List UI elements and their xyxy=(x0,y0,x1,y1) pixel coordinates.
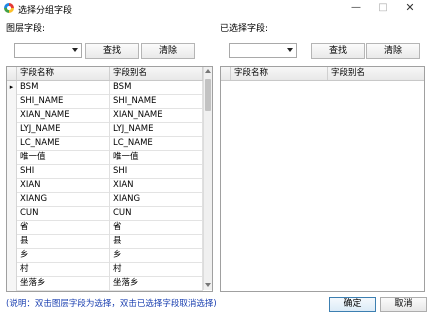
layer-fields-label: 图层字段: xyxy=(6,24,46,34)
cell-field-name[interactable]: 县 xyxy=(17,235,110,249)
cell-field-name[interactable]: LYJ_NAME xyxy=(17,123,110,137)
close-button[interactable]: ✕ xyxy=(397,0,423,16)
column-header-name[interactable]: 字段名称 xyxy=(17,67,110,80)
chevron-down-icon[interactable] xyxy=(287,48,293,52)
row-header-corner xyxy=(221,67,231,80)
table-row[interactable]: XIAN_NAME XIAN_NAME xyxy=(7,109,203,123)
table-row[interactable]: SHI_NAME SHI_NAME xyxy=(7,95,203,109)
cell-field-alias[interactable]: 乡 xyxy=(110,249,203,263)
app-icon xyxy=(4,3,14,13)
table-row[interactable]: SHI SHI xyxy=(7,165,203,179)
left-search-button[interactable]: 查找 xyxy=(85,43,139,59)
selected-fields-combo[interactable] xyxy=(229,43,297,58)
grid-header: 字段名称 字段别名 xyxy=(7,67,203,81)
row-header[interactable] xyxy=(7,277,17,291)
cell-field-name[interactable]: SHI xyxy=(17,165,110,179)
cell-field-alias[interactable]: CUN xyxy=(110,207,203,221)
cell-field-name[interactable]: 省 xyxy=(17,221,110,235)
cell-field-name[interactable]: XIAN xyxy=(17,179,110,193)
table-row[interactable]: XIAN XIAN xyxy=(7,179,203,193)
table-row[interactable]: 唯一值 唯一值 xyxy=(7,151,203,165)
row-header[interactable] xyxy=(7,95,17,109)
right-search-button[interactable]: 查找 xyxy=(311,43,365,59)
cell-field-name[interactable]: BSM xyxy=(17,81,110,95)
chevron-down-icon[interactable] xyxy=(72,48,78,52)
left-clear-button[interactable]: 清除 xyxy=(141,43,195,59)
cell-field-alias[interactable]: SHI xyxy=(110,165,203,179)
row-header[interactable] xyxy=(7,249,17,263)
row-header[interactable] xyxy=(7,179,17,193)
row-header[interactable] xyxy=(7,263,17,277)
cell-field-alias[interactable]: XIAN xyxy=(110,179,203,193)
cell-field-alias[interactable]: LYJ_NAME xyxy=(110,123,203,137)
usage-note: (说明：双击图层字段为选择，双击已选择字段取消选择) xyxy=(6,299,217,309)
minimize-button[interactable]: — xyxy=(343,0,369,16)
row-header[interactable] xyxy=(7,123,17,137)
cell-field-name[interactable]: CUN xyxy=(17,207,110,221)
row-header[interactable] xyxy=(7,137,17,151)
cell-field-alias[interactable]: LC_NAME xyxy=(110,137,203,151)
selected-fields-grid: 字段名称 字段别名 xyxy=(220,66,425,292)
table-row[interactable]: 省省 xyxy=(7,221,203,235)
cell-field-alias[interactable]: 唯一值 xyxy=(110,151,203,165)
cell-field-alias[interactable]: 省 xyxy=(110,221,203,235)
ok-button[interactable]: 确定 xyxy=(329,297,376,312)
row-header[interactable]: ▸ xyxy=(7,81,17,95)
layer-fields-grid: 字段名称 字段别名 ▸ BSM BSM SHI_NAME SHI_NAME XIAN_NA… xyxy=(6,66,213,292)
cell-field-name[interactable]: 坐落乡 xyxy=(17,277,110,291)
table-row[interactable]: 村村 xyxy=(7,263,203,277)
row-header[interactable] xyxy=(7,165,17,179)
cell-field-name[interactable]: 唯一值 xyxy=(17,151,110,165)
table-row[interactable]: LYJ_NAME LYJ_NAME xyxy=(7,123,203,137)
cell-field-alias[interactable]: XIAN_NAME xyxy=(110,109,203,123)
table-row[interactable]: ▸ BSM BSM xyxy=(7,81,203,95)
title-bar: 选择分组字段 — □ ✕ xyxy=(0,0,431,16)
cell-field-name[interactable]: 村 xyxy=(17,263,110,277)
column-header-alias[interactable]: 字段别名 xyxy=(110,67,203,80)
window-title: 选择分组字段 xyxy=(18,6,73,16)
row-header[interactable] xyxy=(7,193,17,207)
table-row[interactable]: 坐落乡 坐落乡 xyxy=(7,277,203,291)
row-header-corner xyxy=(7,67,17,80)
table-row[interactable]: LC_NAME LC_NAME xyxy=(7,137,203,151)
cell-field-name[interactable]: 坐落村 xyxy=(17,291,110,292)
cell-field-alias[interactable]: 村 xyxy=(110,263,203,277)
row-header[interactable] xyxy=(7,109,17,123)
column-header-name[interactable]: 字段名称 xyxy=(231,67,328,80)
cell-field-name[interactable]: SHI_NAME xyxy=(17,95,110,109)
selected-fields-label: 已选择字段: xyxy=(220,24,269,34)
scroll-thumb[interactable] xyxy=(205,79,211,111)
table-row[interactable]: XIANG XIANG xyxy=(7,193,203,207)
row-header[interactable] xyxy=(7,151,17,165)
row-header[interactable] xyxy=(7,235,17,249)
table-row[interactable]: 乡乡 xyxy=(7,249,203,263)
vertical-scrollbar[interactable] xyxy=(203,67,212,290)
table-row[interactable]: 县县 xyxy=(7,235,203,249)
cell-field-name[interactable]: XIANG xyxy=(17,193,110,207)
table-row[interactable]: 坐落村坐落村 xyxy=(7,291,203,292)
row-header[interactable] xyxy=(7,291,17,292)
scroll-down-icon[interactable] xyxy=(205,283,211,287)
cell-field-alias[interactable]: 坐落村 xyxy=(110,291,203,292)
cell-field-alias[interactable]: 县 xyxy=(110,235,203,249)
layer-fields-combo[interactable] xyxy=(14,43,82,58)
right-clear-button[interactable]: 清除 xyxy=(366,43,420,59)
cell-field-name[interactable]: 乡 xyxy=(17,249,110,263)
column-header-alias[interactable]: 字段别名 xyxy=(328,67,424,80)
row-header[interactable] xyxy=(7,221,17,235)
cell-field-alias[interactable]: XIANG xyxy=(110,193,203,207)
maximize-button[interactable]: □ xyxy=(370,0,396,16)
cell-field-alias[interactable]: BSM xyxy=(110,81,203,95)
row-header[interactable] xyxy=(7,207,17,221)
cell-field-name[interactable]: XIAN_NAME xyxy=(17,109,110,123)
cell-field-alias[interactable]: 坐落乡 xyxy=(110,277,203,291)
cell-field-alias[interactable]: SHI_NAME xyxy=(110,95,203,109)
cancel-button[interactable]: 取消 xyxy=(380,297,427,312)
grid-header: 字段名称 字段别名 xyxy=(221,67,424,81)
scroll-up-icon[interactable] xyxy=(205,69,211,73)
table-row[interactable]: CUN CUN xyxy=(7,207,203,221)
cell-field-name[interactable]: LC_NAME xyxy=(17,137,110,151)
